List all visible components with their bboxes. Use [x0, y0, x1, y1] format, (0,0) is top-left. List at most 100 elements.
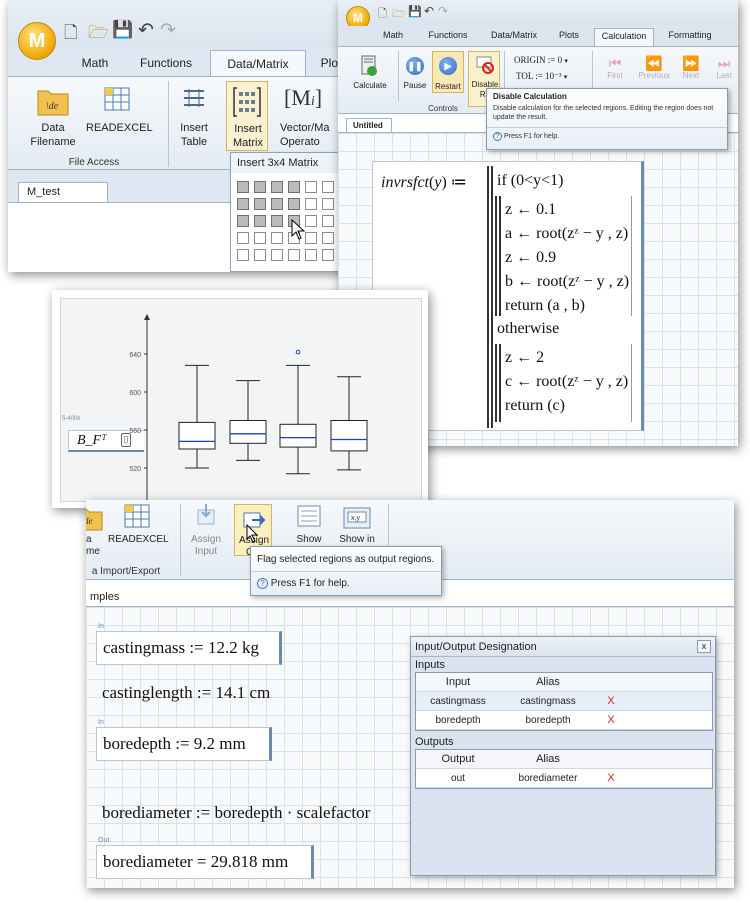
matrix-size-cell[interactable]	[237, 215, 249, 227]
data-filename-icon[interactable]: \de	[36, 85, 70, 117]
restart-button[interactable]: ▶ Restart	[432, 51, 464, 93]
nav-next[interactable]: ⏩ Next	[676, 55, 706, 80]
tab-functions[interactable]: Functions	[132, 56, 200, 70]
casting-length-region[interactable]: castinglength := 14.1 cm	[96, 677, 292, 711]
undo-icon[interactable]: ↶	[424, 4, 434, 18]
matrix-size-cell[interactable]	[254, 181, 266, 193]
assign-input-button[interactable]: Assign Input	[186, 534, 226, 558]
matrix-size-cell[interactable]	[237, 232, 249, 244]
readexcel-button[interactable]: READEXCEL	[86, 121, 153, 135]
calculate-icon[interactable]	[360, 55, 378, 77]
show-icon[interactable]	[296, 504, 322, 528]
input-name-cell[interactable]: boredepth	[416, 715, 500, 726]
delete-icon[interactable]: X	[596, 695, 626, 707]
new-file-icon[interactable]: 🗋	[64, 20, 78, 49]
bore-depth-region[interactable]: boredepth := 9.2 mm	[96, 727, 272, 761]
insert-matrix-button[interactable]: Insert Matrix	[226, 81, 268, 151]
tab-plots[interactable]: Plots	[554, 30, 584, 40]
open-folder-icon[interactable]: 🗁	[88, 20, 109, 49]
svg-text:\de: \de	[46, 101, 59, 112]
tol-setting[interactable]: TOL := 10⁻³ ▾	[516, 71, 567, 82]
tab-math[interactable]: Math	[72, 56, 118, 70]
redo-icon[interactable]: ↷	[160, 19, 176, 42]
readexcel-icon[interactable]	[102, 85, 132, 115]
matrix-size-cell[interactable]	[322, 249, 334, 261]
show-in-button[interactable]: Show in	[336, 534, 378, 546]
matrix-size-cell[interactable]	[288, 181, 300, 193]
nav-previous[interactable]: ⏪ Previous	[634, 55, 674, 80]
nav-first[interactable]: ⏮ First	[600, 55, 630, 80]
matrix-size-cell[interactable]	[237, 198, 249, 210]
matrix-size-cell[interactable]	[305, 249, 317, 261]
box-iqr	[178, 421, 216, 450]
table-row[interactable]: boredepth boredepth X	[416, 711, 712, 730]
doc-tab-m-test[interactable]: M_test	[18, 182, 108, 202]
insert-table-button[interactable]: Insert Table	[174, 121, 214, 149]
matrix-size-cell[interactable]	[271, 215, 283, 227]
new-file-icon[interactable]: 🗋	[378, 5, 387, 24]
matrix-size-cell[interactable]	[322, 198, 334, 210]
tab-functions[interactable]: Functions	[426, 30, 470, 40]
matrix-size-cell[interactable]	[237, 249, 249, 261]
matrix-size-cell[interactable]	[271, 181, 283, 193]
doc-tab-examples[interactable]: mples	[86, 588, 150, 606]
close-icon[interactable]: x	[697, 640, 711, 653]
matrix-size-cell[interactable]	[271, 232, 283, 244]
delete-icon[interactable]: X	[596, 772, 626, 784]
bore-diameter-result: borediameter = 29.818 mm	[103, 852, 289, 871]
input-alias-cell[interactable]: castingmass	[500, 696, 596, 707]
tab-math[interactable]: Math	[378, 30, 408, 40]
table-row[interactable]: out borediameter X	[416, 769, 712, 788]
matrix-size-cell[interactable]	[271, 198, 283, 210]
undo-icon[interactable]: ↶	[138, 19, 154, 42]
pause-button[interactable]: Pause	[400, 81, 430, 91]
table-row[interactable]: castingmass castingmass X	[416, 692, 712, 711]
origin-setting[interactable]: ORIGIN := 0 ▾	[514, 55, 568, 65]
save-icon[interactable]: 💾	[112, 20, 133, 40]
matrix-size-cell[interactable]	[271, 249, 283, 261]
redo-icon[interactable]: ↷	[438, 4, 448, 18]
output-alias-cell[interactable]: borediameter	[500, 773, 596, 784]
input-alias-cell[interactable]: boredepth	[500, 715, 596, 726]
matrix-size-cell[interactable]	[288, 198, 300, 210]
show-button[interactable]: Show	[290, 534, 328, 546]
tab-calculation[interactable]: Calculation	[594, 28, 654, 46]
doc-tab-untitled[interactable]: Untitled	[346, 118, 392, 132]
tab-data-matrix[interactable]: Data/Matrix	[210, 50, 306, 76]
save-icon[interactable]: 💾	[408, 5, 422, 18]
readexcel-icon[interactable]	[122, 502, 152, 532]
matrix-size-cell[interactable]	[322, 181, 334, 193]
assign-input-icon[interactable]	[194, 504, 218, 528]
tab-formatting[interactable]: Formatting	[662, 30, 718, 40]
data-filename-button[interactable]: Data Filename	[22, 121, 84, 149]
else-branch-bar-a	[495, 344, 497, 422]
delete-icon[interactable]: X	[596, 714, 626, 726]
matrix-size-cell[interactable]	[322, 215, 334, 227]
insert-table-icon[interactable]	[180, 85, 208, 113]
matrix-size-cell[interactable]	[288, 249, 300, 261]
nav-last-label: Last	[716, 71, 732, 80]
calculate-button[interactable]: Calculate	[348, 81, 392, 91]
show-in-icon[interactable]: x,y	[342, 502, 372, 530]
vector-matrix-icon[interactable]: [Mi]	[284, 85, 322, 111]
matrix-size-cell[interactable]	[237, 181, 249, 193]
open-folder-icon[interactable]: 🗁	[392, 5, 406, 24]
matrix-size-cell[interactable]	[305, 181, 317, 193]
pause-icon[interactable]: ❚❚	[406, 57, 424, 75]
tab-data-matrix[interactable]: Data/Matrix	[486, 30, 542, 40]
matrix-size-cell[interactable]	[322, 232, 334, 244]
readexcel-button[interactable]: READEXCEL	[108, 534, 169, 546]
output-name-cell[interactable]: out	[416, 773, 500, 784]
matrix-size-cell[interactable]	[254, 232, 266, 244]
bore-diameter-definition-region[interactable]: borediameter := boredepth · scalefactor	[96, 797, 392, 831]
matrix-size-cell[interactable]	[254, 249, 266, 261]
data-filename-button[interactable]: a me	[86, 534, 100, 558]
matrix-size-cell[interactable]	[254, 198, 266, 210]
casting-mass-region[interactable]: castingmass := 12.2 kg	[96, 631, 282, 665]
data-filename-icon[interactable]: de	[86, 504, 104, 532]
bore-diameter-result-region[interactable]: borediameter = 29.818 mm	[96, 845, 314, 879]
matrix-size-cell[interactable]	[254, 215, 266, 227]
nav-last[interactable]: ⏭ Last	[710, 55, 738, 80]
matrix-size-cell[interactable]	[305, 198, 317, 210]
input-name-cell[interactable]: castingmass	[416, 696, 500, 707]
